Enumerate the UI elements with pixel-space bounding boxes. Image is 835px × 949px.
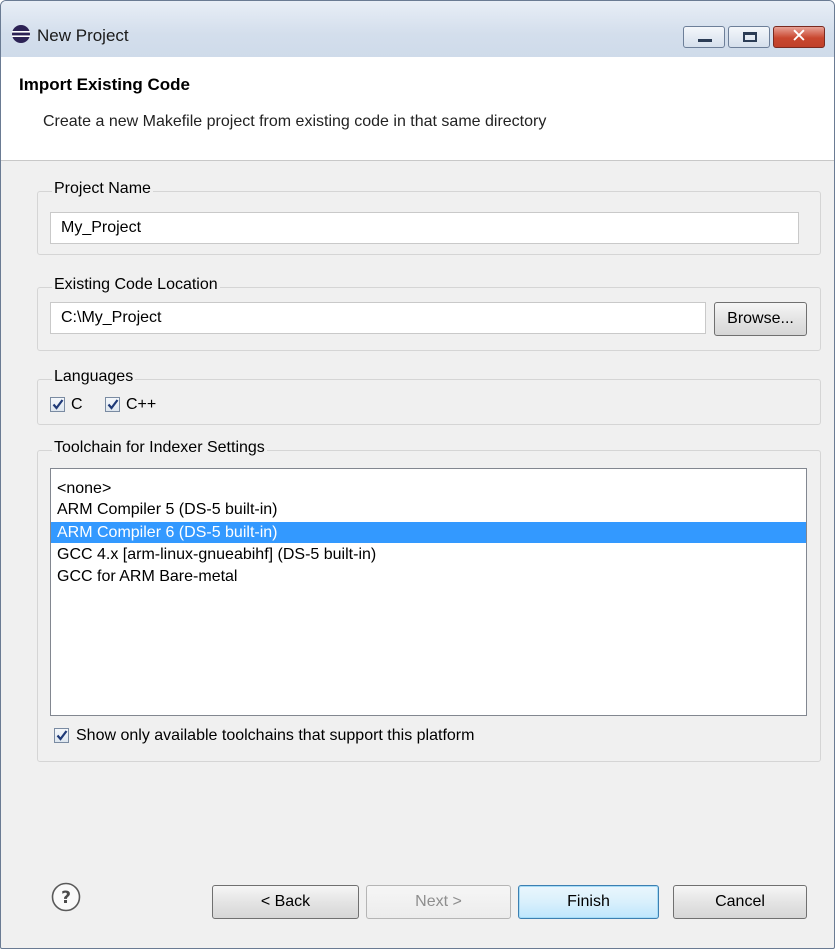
help-icon[interactable]: ? — [51, 882, 81, 912]
show-available-label: Show only available toolchains that supp… — [76, 727, 475, 744]
page-description: Create a new Makefile project from exist… — [43, 113, 547, 130]
browse-button[interactable]: Browse... — [714, 302, 807, 336]
eclipse-icon — [12, 25, 30, 43]
next-button[interactable]: Next > — [366, 885, 511, 919]
toolchain-label: Toolchain for Indexer Settings — [52, 439, 267, 457]
title-bar[interactable]: New Project ✕ — [1, 1, 834, 57]
code-location-label: Existing Code Location — [52, 276, 220, 294]
cancel-button[interactable]: Cancel — [673, 885, 807, 919]
list-item[interactable]: ARM Compiler 5 (DS-5 built-in) — [51, 499, 806, 520]
project-name-label: Project Name — [52, 180, 153, 198]
minimize-icon — [698, 39, 712, 42]
maximize-button[interactable] — [728, 26, 770, 48]
language-c-checkbox[interactable] — [50, 397, 65, 412]
svg-text:?: ? — [61, 888, 71, 908]
language-cpp-label: C++ — [126, 396, 157, 413]
code-location-input[interactable]: C:\My_Project — [50, 302, 706, 334]
show-available-checkbox[interactable] — [54, 728, 69, 743]
toolchain-list[interactable]: <none> ARM Compiler 5 (DS-5 built-in) AR… — [50, 468, 807, 716]
language-c-label: C — [71, 396, 83, 413]
checkmark-icon — [107, 399, 119, 410]
checkmark-icon — [56, 730, 68, 741]
window-title: New Project — [37, 26, 129, 45]
list-item[interactable]: <none> — [51, 478, 806, 499]
list-item-selected[interactable]: ARM Compiler 6 (DS-5 built-in) — [51, 522, 806, 543]
list-item[interactable]: GCC 4.x [arm-linux-gnueabihf] (DS-5 buil… — [51, 544, 806, 565]
maximize-icon — [743, 32, 757, 42]
project-name-input[interactable]: My_Project — [50, 212, 799, 244]
back-button[interactable]: < Back — [212, 885, 359, 919]
checkmark-icon — [52, 399, 64, 410]
minimize-button[interactable] — [683, 26, 725, 48]
new-project-dialog: New Project ✕ Import Existing Code Creat… — [0, 0, 835, 949]
language-cpp-checkbox[interactable] — [105, 397, 120, 412]
close-button[interactable]: ✕ — [773, 25, 825, 48]
wizard-header: Import Existing Code Create a new Makefi… — [1, 57, 834, 161]
close-icon: ✕ — [791, 25, 807, 47]
page-title: Import Existing Code — [19, 75, 190, 94]
list-item[interactable]: GCC for ARM Bare-metal — [51, 566, 806, 587]
languages-label: Languages — [52, 368, 136, 386]
finish-button[interactable]: Finish — [518, 885, 659, 919]
